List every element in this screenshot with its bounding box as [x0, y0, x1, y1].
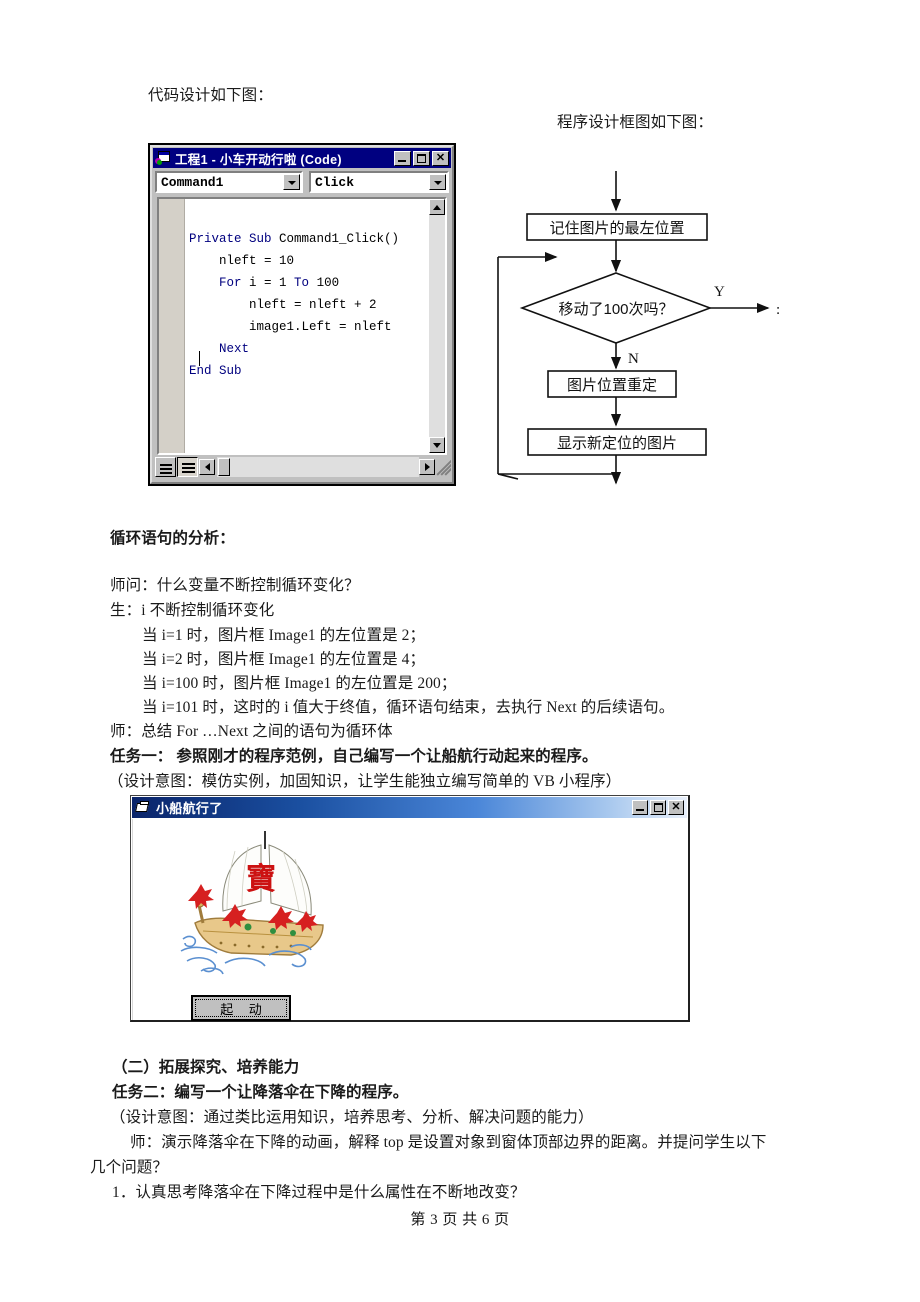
sailing-boat-image: 寶	[180, 831, 324, 975]
text-line-case-i100: 当 i=100 时，图片框 Image1 的左位置是 200；	[142, 675, 457, 692]
start-button[interactable]: 起 动	[191, 995, 291, 1021]
code-vertical-scrollbar[interactable]	[429, 199, 445, 453]
flow-branch-no-label: N	[628, 351, 639, 367]
code-window-titlebar[interactable]: 工程1 - 小车开动行啦 (Code) ✕	[153, 148, 451, 168]
vb-project-icon	[155, 151, 171, 165]
minimize-button[interactable]	[394, 150, 411, 166]
sail-character: 寶	[246, 862, 276, 897]
maximize-button[interactable]	[650, 800, 666, 815]
teacher-demo-line-1: 师：演示降落伞在下降的动画，解释 top 是设置对象到窗体顶部边界的距离。并提问…	[130, 1134, 767, 1151]
full-module-view-button[interactable]	[177, 457, 198, 477]
text-line-case-i101: 当 i=101 时，这时的 i 值大于终值，循环语句结束，去执行 Next 的后…	[142, 699, 675, 716]
task-one-note: （设计意图：模仿实例，加固知识，让学生能独立编写简单的 VB 小程序）	[108, 773, 622, 790]
task-two-note: （设计意图：通过类比运用知识，培养思考、分析、解决问题的能力）	[110, 1109, 594, 1126]
event-combo[interactable]: Click	[309, 171, 449, 193]
code-text: Private Sub Command1_Click() nleft = 10 …	[189, 231, 400, 378]
page-footer: 第 3 页 共 6 页	[410, 1212, 510, 1228]
question-one: 1．认真思考降落伞在下降过程中是什么属性在不断地改变？	[112, 1184, 526, 1201]
flow-node-display-label: 显示新定位的图片	[557, 435, 677, 452]
chevron-down-icon[interactable]	[283, 174, 300, 190]
code-editor-area[interactable]: Private Sub Command1_Click() nleft = 10 …	[157, 197, 447, 455]
horizontal-scroll-thumb[interactable]	[218, 458, 230, 476]
procedure-view-button[interactable]	[155, 457, 176, 477]
boat-window-buttons: ✕	[632, 800, 684, 815]
text-line-teacher-question: 师问：什么变量不断控制循环变化？	[110, 577, 360, 594]
scroll-down-button[interactable]	[429, 437, 445, 453]
event-combo-value: Click	[315, 174, 355, 190]
object-combo[interactable]: Command1	[155, 171, 303, 193]
code-window-buttons: ✕	[394, 150, 449, 166]
flow-node-remember-label: 记住图片的最左位置	[549, 220, 684, 237]
code-window-combos: Command1 Click	[155, 171, 449, 193]
heading-code-design: 代码设计如下图：	[148, 87, 273, 104]
chevron-down-icon[interactable]	[429, 174, 446, 190]
program-flowchart: 记住图片的最左位置 移动了100次吗？ 图片位置重定 显示新定位的图片 Y N …	[470, 148, 810, 488]
flow-node-decision-label: 移动了100次吗？	[558, 301, 673, 318]
text-line-student-answer: 生：i 不断控制循环变化	[110, 602, 275, 619]
resize-grip[interactable]	[435, 458, 451, 476]
boat-window-client-area: 寶 起 动	[132, 819, 687, 1021]
vb-code-window[interactable]: 工程1 - 小车开动行啦 (Code) ✕ Command1 Click Pri…	[148, 143, 456, 486]
heading-flowchart-design: 程序设计框图如下图：	[557, 114, 714, 131]
code-margin-indicator-bar	[159, 199, 185, 453]
code-window-bottom-bar	[155, 456, 451, 478]
boat-window-titlebar[interactable]: 小船航行了 ✕	[132, 797, 687, 818]
object-combo-value: Command1	[161, 174, 224, 190]
scroll-left-button[interactable]	[199, 459, 215, 475]
scroll-up-button[interactable]	[429, 199, 445, 215]
flowchart-svg: 记住图片的最左位置 移动了100次吗？ 图片位置重定 显示新定位的图片 Y N …	[497, 171, 780, 485]
flow-tail-marker: :	[776, 302, 780, 318]
scroll-right-button[interactable]	[419, 459, 435, 475]
close-button[interactable]: ✕	[668, 800, 684, 815]
section-loop-analysis-title: 循环语句的分析：	[110, 530, 235, 547]
text-line-case-i2: 当 i=2 时，图片框 Image1 的左位置是 4；	[142, 651, 426, 668]
boat-app-icon	[135, 800, 151, 815]
boat-app-window[interactable]: 小船航行了 ✕ 寶 起 动	[130, 795, 690, 1022]
flow-node-reposition-label: 图片位置重定	[567, 377, 657, 394]
start-button-label: 起 动	[195, 999, 287, 1017]
boat-window-title: 小船航行了	[156, 801, 223, 816]
text-caret	[199, 351, 200, 366]
minimize-button[interactable]	[632, 800, 648, 815]
task-one-title: 任务一： 参照刚才的程序范例，自己编写一个让船航行动起来的程序。	[110, 748, 598, 765]
text-line-summary: 师：总结 For …Next 之间的语句为循环体	[110, 723, 393, 740]
teacher-demo-line-2: 几个问题？	[90, 1159, 169, 1176]
maximize-button[interactable]	[413, 150, 430, 166]
close-button[interactable]: ✕	[432, 150, 449, 166]
section-two-title: （二）拓展探究、培养能力	[112, 1059, 300, 1076]
document-page: 代码设计如下图： 程序设计框图如下图： 工程1 - 小车开动行啦 (Code) …	[0, 0, 920, 1302]
flow-branch-yes-label: Y	[714, 284, 725, 300]
code-window-title: 工程1 - 小车开动行啦 (Code)	[175, 152, 342, 167]
code-horizontal-scrollbar[interactable]	[217, 457, 419, 477]
text-line-case-i1: 当 i=1 时，图片框 Image1 的左位置是 2；	[142, 627, 426, 644]
task-two-title: 任务二：编写一个让降落伞在下降的程序。	[112, 1084, 409, 1101]
